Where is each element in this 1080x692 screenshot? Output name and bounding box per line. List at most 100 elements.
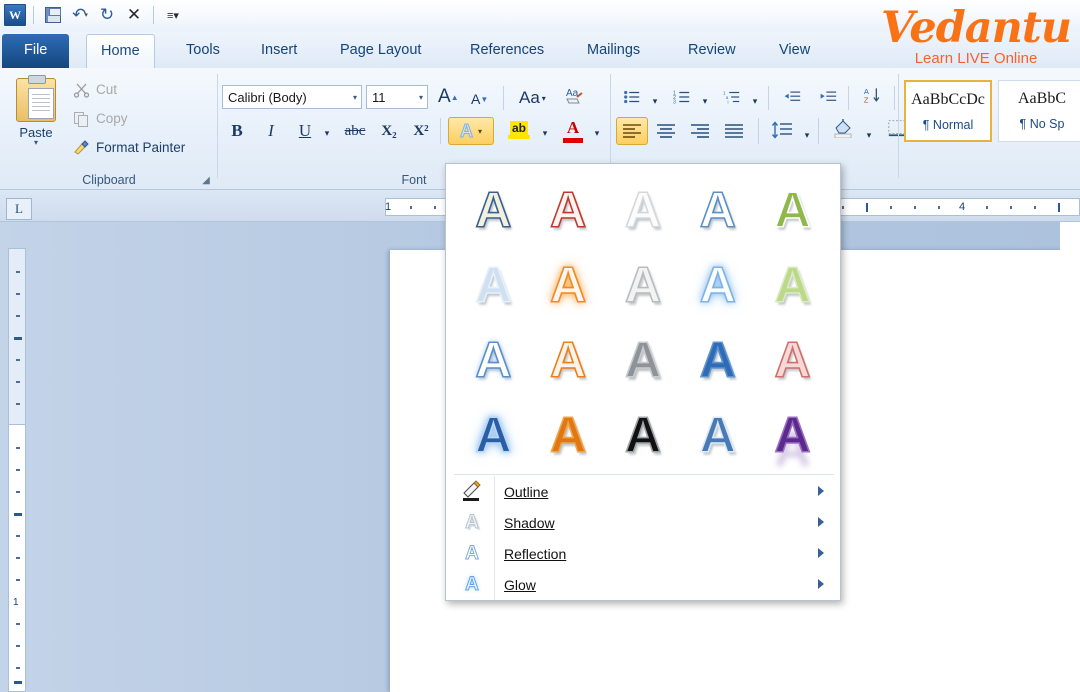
text-effect-option[interactable]: A — [755, 172, 830, 247]
numbering-dropdown[interactable]: ▾ — [698, 88, 712, 114]
text-effect-option[interactable]: A — [456, 397, 531, 472]
tab-home[interactable]: Home — [86, 34, 155, 68]
menu-item-reflection[interactable]: A Reflection — [446, 538, 840, 569]
scissors-icon — [73, 81, 90, 98]
grow-font-button[interactable]: A▲ — [433, 84, 464, 110]
save-icon[interactable] — [41, 3, 65, 27]
highlight-button[interactable]: ab — [502, 115, 536, 145]
text-effect-option[interactable]: A — [531, 172, 606, 247]
menu-item-outline[interactable]: Outline — [446, 476, 840, 507]
tab-stop-selector[interactable]: L — [6, 198, 32, 220]
font-name-combo[interactable]: Calibri (Body) ▾ — [222, 85, 362, 109]
multilevel-dropdown[interactable]: ▾ — [748, 88, 762, 114]
text-effect-option[interactable]: A — [456, 172, 531, 247]
word-window: W ↶▾ ↻ ✕ ≡▾ File Home Tools Insert Page … — [0, 0, 1080, 692]
shading-dropdown[interactable]: ▾ — [862, 122, 876, 148]
shrink-font-glyph: A — [471, 91, 480, 107]
highlight-dropdown[interactable]: ▾ — [538, 120, 552, 146]
menu-item-glow[interactable]: A Glow — [446, 569, 840, 600]
text-effect-option[interactable]: A — [680, 322, 755, 397]
svg-text:Z: Z — [864, 96, 869, 105]
customize-qat-icon[interactable]: ≡▾ — [161, 3, 185, 27]
superscript-button[interactable]: X² — [408, 118, 434, 144]
menu-item-shadow[interactable]: A Shadow — [446, 507, 840, 538]
clear-formatting-button[interactable]: Aa — [558, 83, 592, 109]
chevron-right-icon[interactable] — [818, 548, 824, 558]
italic-button[interactable]: I — [258, 118, 284, 144]
text-effect-option[interactable]: A — [531, 397, 606, 472]
ribbon-tab-strip: File Home Tools Insert Page Layout Refer… — [0, 32, 1080, 68]
chevron-down-icon[interactable]: ▾ — [353, 93, 357, 102]
text-effect-option[interactable]: A — [531, 247, 606, 322]
strikethrough-button[interactable]: abc — [340, 118, 370, 144]
underline-dropdown[interactable]: ▾ — [320, 120, 334, 146]
bullets-dropdown[interactable]: ▾ — [648, 88, 662, 114]
line-spacing-dropdown[interactable]: ▾ — [800, 122, 814, 148]
text-effect-preview-glyph: A — [700, 410, 736, 460]
format-painter-button[interactable]: Format Painter — [70, 136, 188, 158]
style-normal[interactable]: AaBbCcDc ¶ Normal — [904, 80, 992, 142]
style-no-spacing[interactable]: AaBbC ¶ No Sp — [998, 80, 1080, 142]
change-case-button[interactable]: Aa▾ — [514, 85, 551, 111]
word-logo-icon[interactable]: W — [4, 4, 26, 26]
align-right-button[interactable] — [684, 117, 716, 145]
text-effect-preview-glyph: A — [475, 185, 511, 235]
decrease-indent-button[interactable] — [778, 84, 806, 110]
multilevel-list-button[interactable]: 1ai — [718, 84, 746, 110]
text-effect-option[interactable]: A — [680, 397, 755, 472]
bold-button[interactable]: B — [224, 118, 250, 144]
text-effect-option[interactable]: A — [531, 322, 606, 397]
sort-button[interactable]: AZ — [858, 82, 888, 108]
tab-mailings[interactable]: Mailings — [573, 34, 654, 68]
tab-tools[interactable]: Tools — [172, 34, 234, 68]
tab-references[interactable]: References — [456, 34, 558, 68]
undo-icon[interactable]: ↶▾ — [68, 3, 92, 27]
chevron-down-icon[interactable]: ▾ — [478, 127, 482, 136]
vertical-ruler[interactable]: 1 — [8, 248, 26, 692]
align-left-button[interactable] — [616, 117, 648, 145]
chevron-right-icon[interactable] — [818, 517, 824, 527]
text-effect-option[interactable]: A — [606, 172, 681, 247]
text-effect-option[interactable]: A — [755, 397, 830, 472]
chevron-down-icon[interactable]: ▾ — [8, 140, 64, 146]
text-effect-option[interactable]: A — [680, 247, 755, 322]
text-effect-option[interactable]: A — [680, 172, 755, 247]
underline-button[interactable]: U — [292, 118, 318, 144]
text-effects-glyph: A — [460, 121, 473, 142]
shading-button[interactable] — [828, 115, 858, 141]
text-effect-option[interactable]: A — [456, 322, 531, 397]
tab-file[interactable]: File — [2, 34, 69, 68]
tab-page-layout[interactable]: Page Layout — [326, 34, 435, 68]
tab-insert[interactable]: Insert — [247, 34, 311, 68]
subscript-button[interactable]: X₂ — [376, 118, 402, 144]
chevron-right-icon[interactable] — [818, 579, 824, 589]
cut-button[interactable]: Cut — [70, 78, 120, 100]
tab-view[interactable]: View — [765, 34, 824, 68]
line-spacing-button[interactable] — [766, 117, 798, 143]
increase-indent-button[interactable] — [814, 84, 842, 110]
numbering-button[interactable]: 123 — [668, 84, 696, 110]
chevron-down-icon[interactable]: ▾ — [419, 93, 423, 102]
chevron-right-icon[interactable] — [818, 486, 824, 496]
text-effect-option[interactable]: A — [606, 322, 681, 397]
justify-button[interactable] — [718, 117, 750, 145]
center-button[interactable] — [650, 117, 682, 145]
paste-button[interactable]: Paste ▾ — [8, 76, 64, 164]
close-icon[interactable]: ✕ — [122, 3, 146, 27]
divider — [440, 118, 441, 144]
text-effect-option[interactable]: A — [606, 397, 681, 472]
text-effect-option[interactable]: A — [456, 247, 531, 322]
font-size-combo[interactable]: 11 ▾ — [366, 85, 428, 109]
font-color-dropdown[interactable]: ▾ — [590, 120, 604, 146]
font-color-button[interactable]: A — [558, 115, 588, 145]
clipboard-dialog-launcher[interactable]: ◢ — [200, 174, 212, 186]
text-effect-option[interactable]: A — [606, 247, 681, 322]
shrink-font-button[interactable]: A▼ — [466, 86, 493, 112]
bullets-button[interactable] — [618, 84, 646, 110]
text-effect-option[interactable]: A — [755, 322, 830, 397]
tab-review[interactable]: Review — [674, 34, 750, 68]
redo-icon[interactable]: ↻ — [95, 3, 119, 27]
copy-button[interactable]: Copy — [70, 107, 131, 129]
text-effect-option[interactable]: A — [755, 247, 830, 322]
text-effects-button[interactable]: A ▾ — [448, 117, 494, 145]
